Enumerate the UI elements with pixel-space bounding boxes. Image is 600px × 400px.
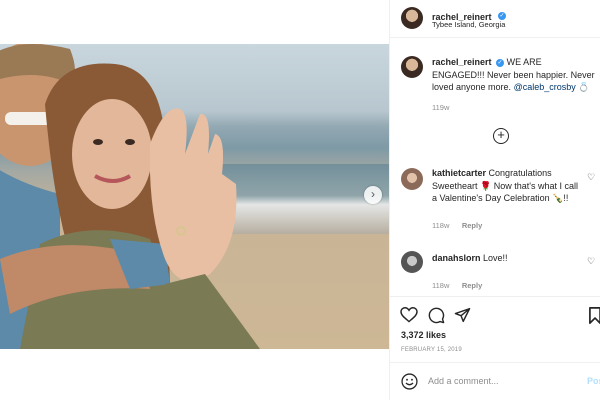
like-comment-heart-icon[interactable]: ♡ [587,172,595,183]
caption-username[interactable]: rachel_reinert [432,57,492,67]
comment-username[interactable]: danahslorn [432,253,481,263]
post-details-panel: rachel_reinert ✓ Tybee Island, Georgia r… [389,0,600,400]
post-actions: 3,372 likes FEBRUARY 15, 2019 [390,296,600,362]
comment-text: Love!! [483,253,508,263]
reply-button[interactable]: Reply [462,221,482,230]
post-location[interactable]: Tybee Island, Georgia [432,20,505,29]
caption-mention[interactable]: @caleb_crosby [514,82,576,92]
caption: rachel_reinert ✓ WE ARE ENGAGED!!! Never… [432,56,595,112]
like-comment-heart-icon[interactable]: ♡ [587,256,595,267]
comment-composer: Add a comment... Post [390,362,600,400]
emoji-icon[interactable] [401,373,418,390]
comment-icon[interactable] [428,307,445,324]
post-header: rachel_reinert ✓ Tybee Island, Georgia [390,0,600,38]
comment-avatar[interactable] [401,168,423,190]
plus-circle-icon: + [497,127,505,142]
post-comment-button[interactable]: Post [587,376,600,386]
bookmark-icon[interactable] [589,307,600,324]
likes-count[interactable]: 3,372 likes [401,330,446,340]
load-more-comments-button[interactable]: + [493,128,509,144]
post-photo[interactable] [0,44,389,349]
heart-icon[interactable] [400,307,418,323]
couple-photo [0,44,260,349]
comment-username[interactable]: kathietcarter [432,168,486,178]
comment-avatar[interactable] [401,251,423,273]
chevron-right-icon: › [371,187,375,201]
post-date: FEBRUARY 15, 2019 [401,347,462,353]
caption-age: 119w [432,102,450,112]
comment-age: 118w [432,280,450,290]
caption-avatar[interactable] [401,56,423,78]
comment: danahslorn Love!! 118w Reply [432,252,582,293]
comment-age: 118w [432,220,450,230]
post-media: › [0,0,389,400]
verified-icon: ✓ [496,58,505,67]
comment: kathietcarter Congratulations Sweetheart… [432,167,582,233]
avatar[interactable] [401,7,423,29]
verified-icon: ✓ [498,11,506,20]
comment-input[interactable]: Add a comment... [428,376,499,386]
next-photo-button[interactable]: › [364,186,382,204]
ring-emoji: 💍 [578,82,590,92]
share-icon[interactable] [454,307,471,323]
reply-button[interactable]: Reply [462,281,482,290]
